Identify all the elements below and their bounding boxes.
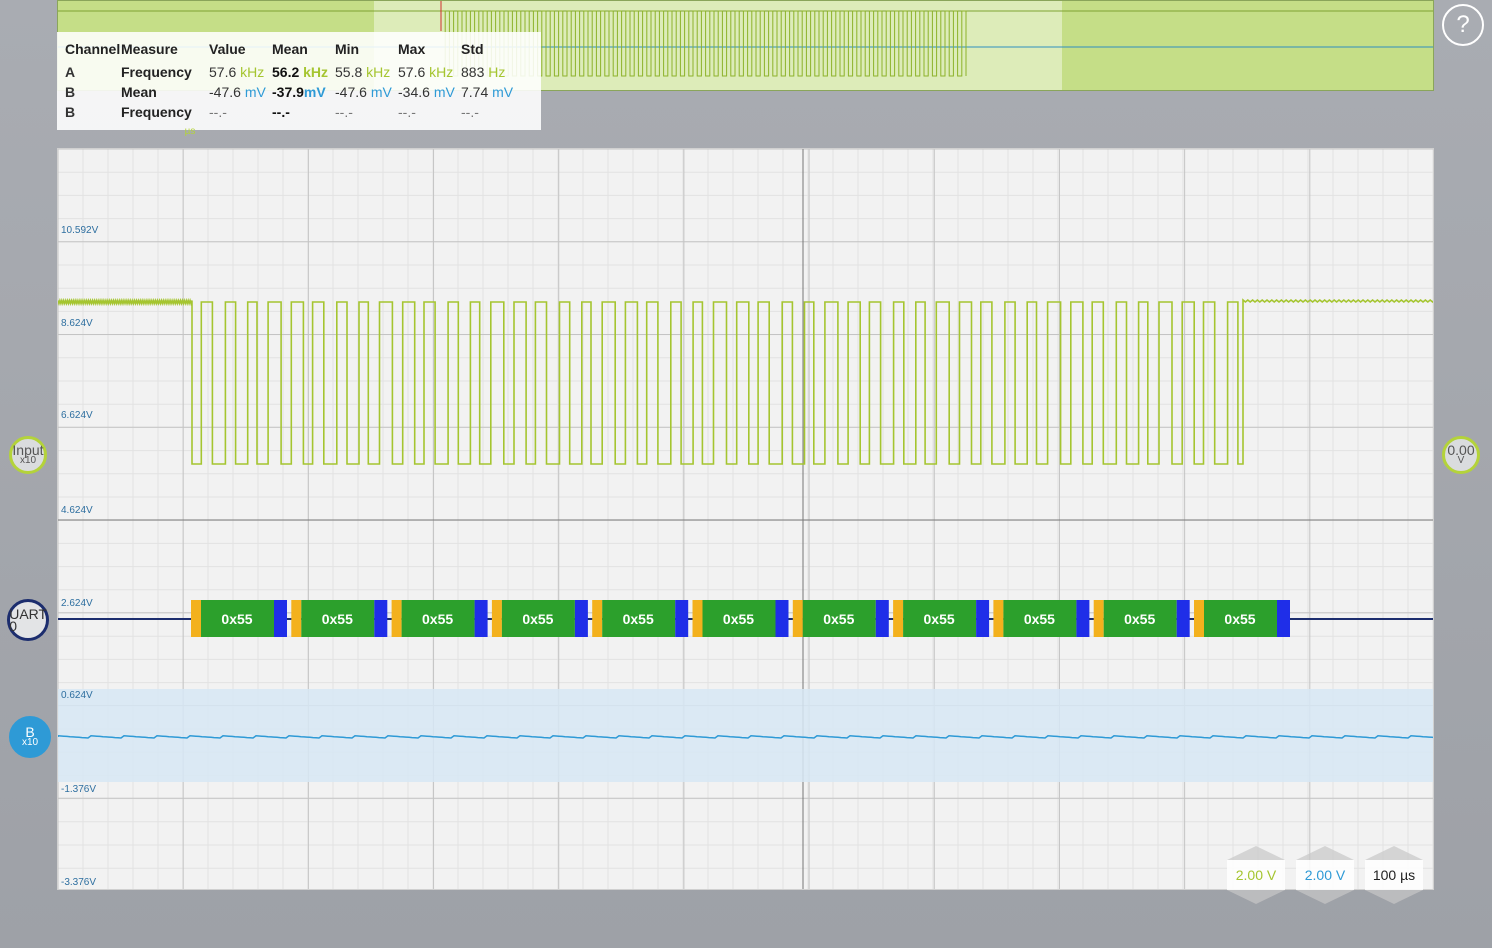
row-std: 883 Hz: [461, 64, 506, 80]
row-min: 55.8 kHz: [335, 64, 391, 80]
uart-start-bit: [993, 600, 1004, 637]
uart-frame-label: 0x55: [924, 611, 955, 627]
b-channel-scale: x10: [21, 737, 39, 748]
ch-a-scale-value: 2.00 V: [1235, 867, 1277, 883]
uart-stop-bit: [1076, 600, 1090, 637]
uart-stop-bit: [474, 600, 488, 637]
timebase-control[interactable]: 100 µs: [1365, 846, 1423, 904]
row-mean: 56.2 kHz: [272, 64, 329, 80]
offset-unit: V: [1457, 455, 1465, 466]
uart-start-bit: [1093, 600, 1104, 637]
ch-a-trace: [58, 297, 1433, 465]
uart-start-bit: [291, 600, 302, 637]
ch-b-scale-control[interactable]: 2.00 V: [1296, 846, 1354, 904]
voltage-label: 10.592V: [61, 225, 99, 236]
uart-frame-label: 0x55: [422, 611, 453, 627]
uart-start-bit: [692, 600, 703, 637]
row-value: --.-: [209, 104, 227, 120]
row-max: 57.6 kHz: [398, 64, 454, 80]
uart-stop-bit: [374, 600, 388, 637]
b-channel-marker[interactable]: B x10: [9, 716, 51, 758]
row-std: 7.74 mV: [461, 84, 514, 100]
scope-canvas: 0x55 0x55 0x55 0x55 0x55 0x55 0x55 0x55 0x55 0x55…: [58, 149, 1433, 889]
uart-stop-bit: [675, 600, 689, 637]
uart-stop-bit: [775, 600, 789, 637]
uart-stop-bit: [574, 600, 588, 637]
ch-b-scale-value: 2.00 V: [1304, 867, 1346, 883]
trigger-marker[interactable]: µs: [177, 126, 203, 146]
uart-frame-label: 0x55: [723, 611, 754, 627]
uart-start-bit: [792, 600, 803, 637]
uart-frame-label: 0x55: [623, 611, 654, 627]
row-measure: Mean: [121, 84, 157, 100]
help-button[interactable]: ?: [1442, 4, 1484, 46]
uart-start-bit: [1194, 600, 1204, 637]
input-channel-marker[interactable]: Input x10: [9, 436, 47, 474]
voltage-label: -1.376V: [61, 784, 97, 795]
row-channel: B: [65, 104, 76, 120]
header-measure: Measure: [121, 41, 178, 57]
voltage-label: 4.624V: [61, 505, 93, 516]
scope-display[interactable]: 0x55 0x55 0x55 0x55 0x55 0x55 0x55 0x55 0x55 0x55…: [57, 148, 1434, 890]
input-channel-scale: x10: [19, 455, 37, 466]
uart-stop-bit: [1176, 600, 1190, 637]
row-measure: Frequency: [121, 64, 192, 80]
row-value: -47.6 mV: [209, 84, 266, 100]
voltage-label: 2.624V: [61, 598, 93, 609]
header-value: Value: [209, 41, 246, 57]
timebase-value: 100 µs: [1372, 867, 1416, 883]
uart-frame-label: 0x55: [823, 611, 854, 627]
table-row[interactable]: B Frequency --.- --.- --.- --.- --.-: [65, 102, 521, 122]
measurement-table: Channel Measure Value Mean Min Max Std A…: [65, 40, 521, 122]
trigger-label: µs: [184, 126, 196, 137]
offset-marker[interactable]: 0.00 V: [1442, 436, 1480, 474]
row-channel: A: [65, 64, 76, 80]
uart-stop-bit: [875, 600, 889, 637]
row-max: -34.6 mV: [398, 84, 455, 100]
header-mean: Mean: [272, 41, 308, 57]
row-mean: -37.9mV: [272, 84, 326, 100]
uart-frame-label: 0x55: [1024, 611, 1055, 627]
row-min: -47.6 mV: [335, 84, 392, 100]
uart-frame-label: 0x55: [322, 611, 353, 627]
ch-b-band: [58, 689, 1433, 782]
row-measure: Frequency: [121, 104, 192, 120]
table-row[interactable]: A Frequency 57.6 kHz 56.2 kHz 55.8 kHz 5…: [65, 62, 521, 82]
uart-stop-bit: [274, 600, 287, 637]
uart-stop-bit: [976, 600, 990, 637]
header-max: Max: [398, 41, 426, 57]
uart-start-bit: [191, 600, 201, 637]
uart-start-bit: [391, 600, 402, 637]
uart-channel-label: UART 0: [9, 606, 47, 634]
help-icon: ?: [1456, 11, 1470, 38]
row-std: --.-: [461, 104, 479, 120]
voltage-label: 6.624V: [61, 410, 93, 421]
uart-frame-label: 0x55: [522, 611, 553, 627]
row-channel: B: [65, 84, 76, 100]
uart-start-bit: [491, 600, 502, 637]
header-std: Std: [461, 41, 484, 57]
uart-frame-label: 0x55: [1124, 611, 1155, 627]
ch-a-scale-control[interactable]: 2.00 V: [1227, 846, 1285, 904]
measurement-panel: Channel Measure Value Mean Min Max Std A…: [57, 32, 541, 130]
row-mean: --.-: [272, 104, 290, 120]
row-min: --.-: [335, 104, 353, 120]
uart-frame-label: 0x55: [1224, 611, 1255, 627]
table-row[interactable]: B Mean -47.6 mV -37.9mV -47.6 mV -34.6 m…: [65, 82, 521, 102]
voltage-label: 8.624V: [61, 318, 93, 329]
voltage-label: -3.376V: [61, 877, 97, 888]
uart-frame-label: 0x55: [221, 611, 252, 627]
row-value: 57.6 kHz: [209, 64, 265, 80]
uart-start-bit: [893, 600, 904, 637]
uart-stop-bit: [1277, 600, 1290, 637]
voltage-label: 0.624V: [61, 690, 93, 701]
uart-channel-marker[interactable]: UART 0: [7, 599, 49, 641]
row-max: --.-: [398, 104, 416, 120]
header-channel: Channel: [65, 41, 121, 57]
header-min: Min: [335, 41, 360, 57]
uart-start-bit: [592, 600, 603, 637]
